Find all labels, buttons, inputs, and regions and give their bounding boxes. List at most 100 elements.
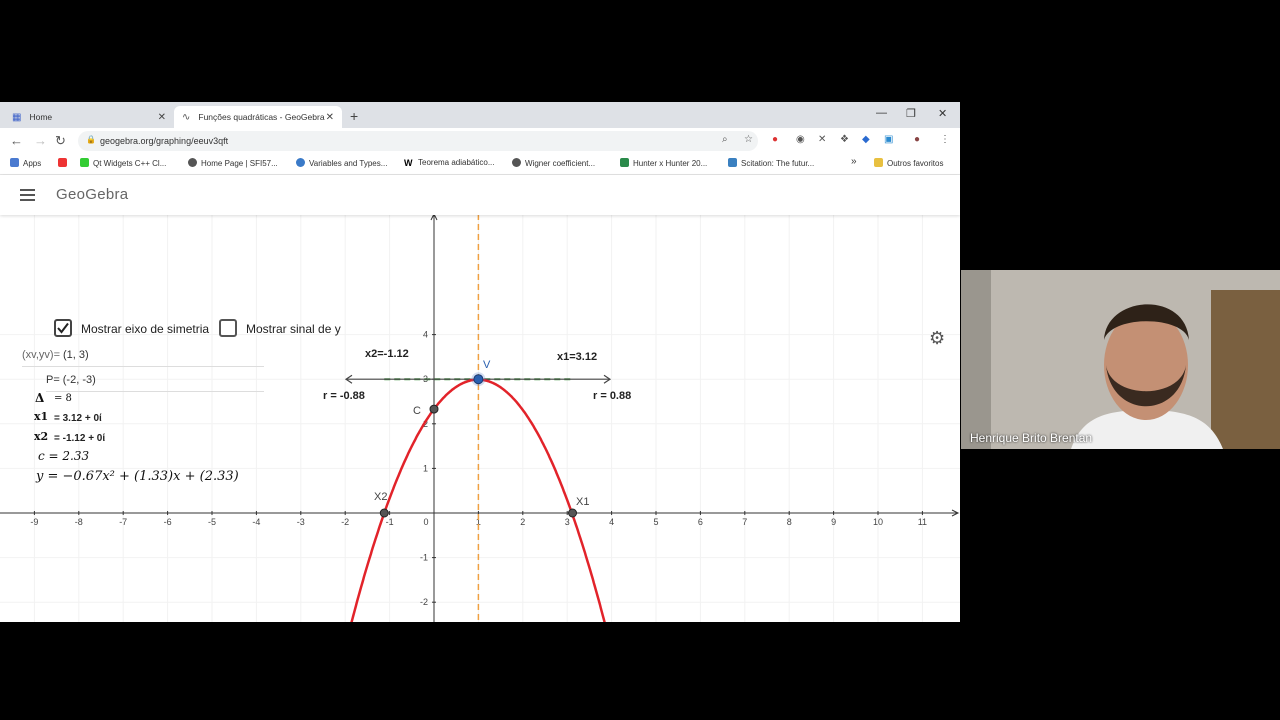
c-expression: c = 2.33 xyxy=(38,449,90,463)
participant-video-frame xyxy=(961,270,1280,449)
graph-canvas[interactable]: -9-8-7-6-5-4-3-2-101234567891011-3-2-112… xyxy=(0,214,960,622)
x-tick-label: 7 xyxy=(742,517,747,527)
close-icon[interactable]: ✕ xyxy=(158,112,166,123)
x-tick-label: -3 xyxy=(297,517,305,527)
x1-value: = 3.12 + 0ί xyxy=(54,413,102,424)
back-icon[interactable]: ← xyxy=(10,133,23,148)
apps-icon xyxy=(10,158,19,167)
bookmark-item[interactable]: Qt Widgets C++ Cl... xyxy=(80,158,166,168)
reload-icon[interactable]: ↻ xyxy=(55,133,66,149)
wikipedia-icon: W xyxy=(404,158,414,168)
bookmark-item[interactable]: Hunter x Hunter 20... xyxy=(620,158,707,168)
browser-window: ▦ Home ✕ ∿ Funções quadráticas - GeoGebr… xyxy=(0,102,960,622)
qt-icon xyxy=(80,158,89,167)
tab-home[interactable]: ▦ Home ✕ xyxy=(4,106,174,128)
point-x1-label: X1 xyxy=(576,496,590,508)
forward-icon[interactable]: → xyxy=(34,133,47,148)
point-x2-label: X2 xyxy=(374,491,388,503)
tab-title: Home xyxy=(29,112,53,122)
x-tick-label: -2 xyxy=(341,517,349,527)
x2-root-label: x2=-1.12 xyxy=(365,348,409,360)
y-tick-label: 1 xyxy=(423,463,428,473)
point-c xyxy=(429,404,439,414)
p-label: P= xyxy=(46,374,60,386)
x-tick-label: 11 xyxy=(918,517,927,527)
settings-gear-icon[interactable]: ⚙ xyxy=(929,328,945,349)
abp-icon[interactable]: ● xyxy=(772,134,778,145)
lock-icon: 🔒 xyxy=(86,135,96,144)
other-bookmarks[interactable]: Outros favoritos xyxy=(874,158,943,168)
globe-icon xyxy=(188,158,197,167)
window-close-icon[interactable]: ✕ xyxy=(938,107,947,120)
p-field[interactable]: P= (-2, -3) xyxy=(46,369,264,392)
c-icon xyxy=(58,158,67,167)
delta-symbol: Δ xyxy=(35,391,45,405)
extension-blue-icon[interactable]: ◆ xyxy=(862,134,870,145)
bookmarks-overflow-button[interactable]: » xyxy=(851,156,857,167)
bookmark-item[interactable]: W Teorema adiabático... xyxy=(404,158,495,168)
checkbox-label: Mostrar sinal de y xyxy=(246,322,341,336)
x-tick-label: 8 xyxy=(787,517,792,527)
x-tick-label: -6 xyxy=(164,517,172,527)
x-tick-label: -9 xyxy=(30,517,38,527)
bookmark-item[interactable]: Wigner coefficient... xyxy=(512,158,595,168)
close-icon[interactable]: ✕ xyxy=(326,112,334,123)
x1-root-label: x1=3.12 xyxy=(557,351,598,363)
tab-title: Funções quadráticas - GeoGebra xyxy=(198,112,325,122)
tab-geogebra[interactable]: ∿ Funções quadráticas - GeoGebra ✕ xyxy=(174,106,342,128)
x-tick-label: -1 xyxy=(386,517,394,527)
point-x2 xyxy=(379,508,389,518)
point-v xyxy=(473,374,484,385)
url-input[interactable]: 🔒 geogebra.org/graphing/eeuv3qft xyxy=(78,131,758,151)
minimize-icon[interactable]: — xyxy=(876,107,887,119)
geogebra-icon: ∿ xyxy=(182,111,191,123)
tex-icon[interactable]: ✕ xyxy=(818,134,826,145)
x-tick-label: -7 xyxy=(119,517,127,527)
star-icon[interactable]: ☆ xyxy=(744,134,753,145)
y-sign-checkbox[interactable] xyxy=(219,319,237,337)
tab-bar: ▦ Home ✕ ∿ Funções quadráticas - GeoGebr… xyxy=(0,102,960,128)
new-tab-icon[interactable]: + xyxy=(350,108,358,124)
x2-symbol: x2 xyxy=(34,430,49,443)
x-tick-label: 6 xyxy=(698,517,703,527)
bookmark-item[interactable]: Variables and Types... xyxy=(296,158,387,168)
bookmark-item[interactable]: Home Page | SFI57... xyxy=(188,158,278,168)
function-expression: y = −0.67x² + (1.33)x + (2.33) xyxy=(36,469,239,484)
zoom-extension-icon[interactable]: ▣ xyxy=(884,134,893,145)
bookmarks-bar: Apps Qt Widgets C++ Cl... Home Page | SF… xyxy=(0,154,960,175)
x-tick-label: -5 xyxy=(208,517,216,527)
grid xyxy=(0,214,960,622)
x2-value: = -1.12 + 0ί xyxy=(54,433,106,444)
y-tick-label: -1 xyxy=(420,553,428,563)
extension-icon[interactable]: ◉ xyxy=(796,134,805,145)
bookmark-item[interactable] xyxy=(58,158,71,168)
x-tick-label: 0 xyxy=(423,517,428,527)
vertex-value: (1, 3) xyxy=(63,349,89,361)
participant-video xyxy=(961,270,1280,449)
x-tick-label: 3 xyxy=(565,517,570,527)
y-tick-label: -2 xyxy=(420,597,428,607)
vertex-field[interactable]: (xv,yv)= (1, 3) xyxy=(22,344,264,367)
y-tick-label: 4 xyxy=(423,330,428,340)
scitation-icon xyxy=(728,158,737,167)
dropbox-icon[interactable]: ❖ xyxy=(840,134,849,145)
folder-icon xyxy=(874,158,883,167)
r-right-label: r = 0.88 xyxy=(593,390,632,402)
x-tick-label: -8 xyxy=(75,517,83,527)
r-left-label: r = -0.88 xyxy=(323,390,365,402)
bookmark-item[interactable]: Scitation: The futur... xyxy=(728,158,814,168)
app-logo: GeoGebra xyxy=(56,186,129,203)
more-menu-icon[interactable]: ⋮ xyxy=(940,134,950,145)
graphics-view[interactable]: -9-8-7-6-5-4-3-2-101234567891011-3-2-112… xyxy=(0,214,960,622)
zoom-icon[interactable]: ⌕ xyxy=(722,134,728,145)
delta-value: = 8 xyxy=(54,393,72,404)
x-tick-label: 4 xyxy=(609,517,614,527)
checkbox-label: Mostrar eixo de simetria xyxy=(81,322,210,336)
menu-icon[interactable] xyxy=(20,189,35,204)
restore-icon[interactable]: ❐ xyxy=(906,107,916,120)
p-value: (-2, -3) xyxy=(62,374,96,386)
x-tick-label: 9 xyxy=(831,517,836,527)
bookmark-apps[interactable]: Apps xyxy=(10,158,41,168)
symmetry-axis-checkbox[interactable] xyxy=(54,319,72,337)
avatar[interactable]: ● xyxy=(914,134,920,145)
